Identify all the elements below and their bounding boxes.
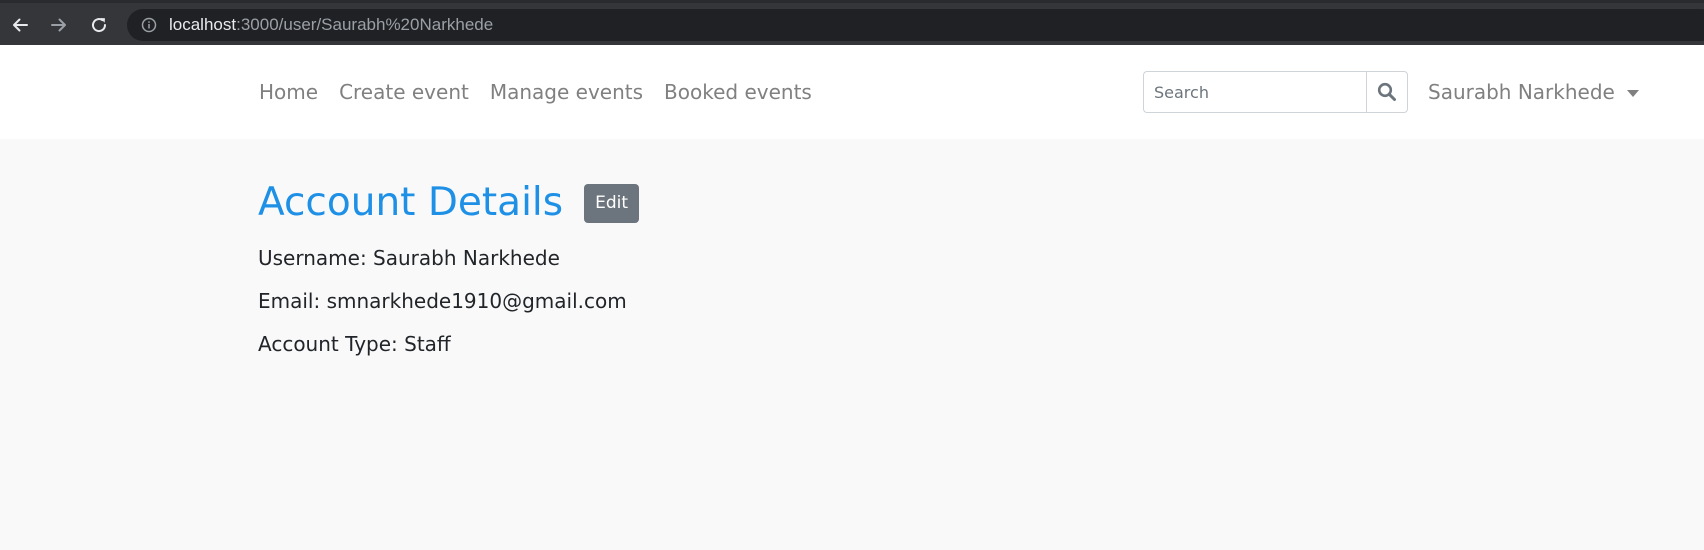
address-bar[interactable]: localhost:3000/user/Saurabh%20Narkhede xyxy=(127,9,1704,41)
navbar: Home Create event Manage events Booked e… xyxy=(0,45,1704,139)
nav-link-create-event[interactable]: Create event xyxy=(339,80,469,104)
title-row: Account Details Edit xyxy=(258,179,639,227)
url-text: localhost:3000/user/Saurabh%20Narkhede xyxy=(169,9,493,41)
search-input[interactable] xyxy=(1143,71,1366,113)
arrow-left-icon xyxy=(13,18,28,32)
reload-button[interactable] xyxy=(84,10,114,40)
arrow-right-icon xyxy=(51,18,66,32)
url-path: :3000/user/Saurabh%20Narkhede xyxy=(236,15,494,34)
username-detail: Username: Saurabh Narkhede xyxy=(258,246,560,270)
nav-link-booked-events[interactable]: Booked events xyxy=(664,80,812,104)
nav-link-manage-events[interactable]: Manage events xyxy=(490,80,643,104)
back-button[interactable] xyxy=(5,10,35,40)
search-button[interactable] xyxy=(1366,71,1408,113)
email-detail: Email: smnarkhede1910@gmail.com xyxy=(258,289,627,313)
caret-down-icon xyxy=(1626,89,1639,97)
browser-toolbar: localhost:3000/user/Saurabh%20Narkhede xyxy=(0,0,1704,45)
page-title: Account Details xyxy=(258,180,564,225)
url-host: localhost xyxy=(169,15,237,34)
nav-link-home[interactable]: Home xyxy=(259,80,318,104)
reload-icon xyxy=(92,18,107,33)
search-form xyxy=(1143,71,1408,113)
user-dropdown[interactable]: Saurabh Narkhede xyxy=(1428,45,1639,139)
info-icon[interactable] xyxy=(141,17,157,33)
search-icon xyxy=(1377,82,1396,101)
edit-button[interactable]: Edit xyxy=(584,183,639,223)
account-type-detail: Account Type: Staff xyxy=(258,332,451,356)
nav-links: Home Create event Manage events Booked e… xyxy=(259,45,833,139)
forward-button[interactable] xyxy=(44,10,74,40)
user-name: Saurabh Narkhede xyxy=(1428,80,1615,104)
